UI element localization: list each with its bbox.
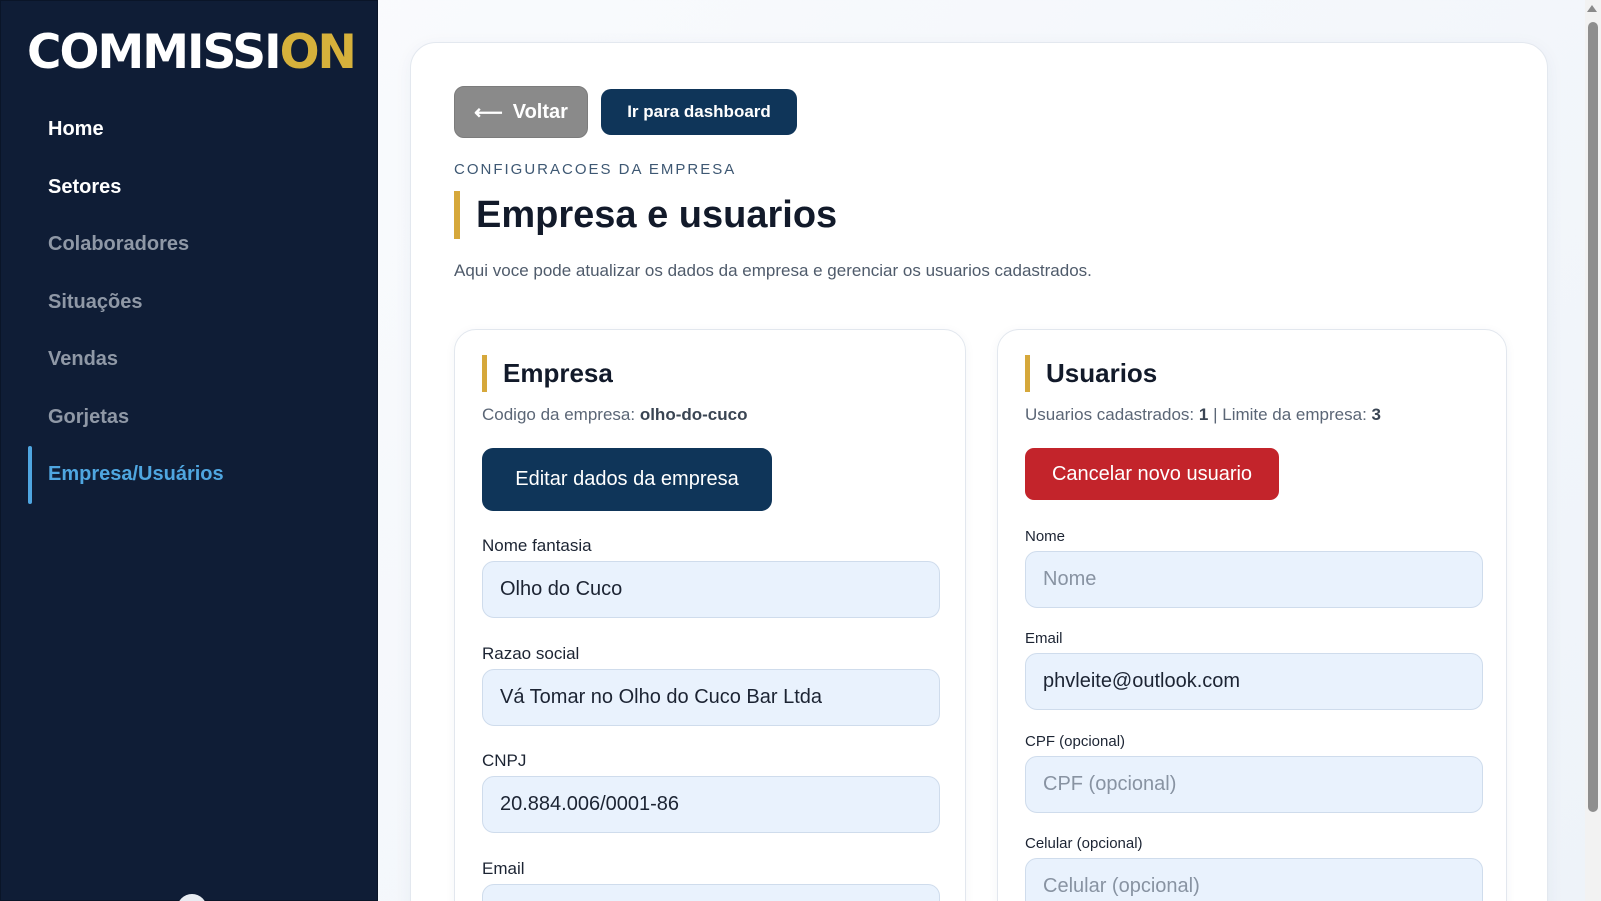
empresa-card: Empresa Codigo da empresa: olho-do-cuco … <box>454 329 966 901</box>
cancel-new-user-button[interactable]: Cancelar novo usuario <box>1025 448 1279 500</box>
user-cpf-label: CPF (opcional) <box>1025 733 1126 750</box>
user-name-field[interactable] <box>1025 551 1483 608</box>
users-count: Usuarios cadastrados: 1 | Limite da empr… <box>1025 405 1381 425</box>
arrow-left-icon: ⟵ <box>474 101 503 124</box>
usuarios-title: Usuarios <box>1025 355 1157 392</box>
sidebar-item-situacoes[interactable]: Situações <box>1 274 377 332</box>
users-count-label: Usuarios cadastrados: <box>1025 405 1195 424</box>
user-email-label: Email <box>1025 630 1063 647</box>
main-card: ⟵ Voltar Ir para dashboard CONFIGURACOES… <box>410 42 1548 901</box>
sidebar: COMMISSION Home Setores Colaboradores Si… <box>0 0 378 901</box>
company-code-label: Codigo da empresa: <box>482 405 636 424</box>
empresa-title: Empresa <box>482 355 613 392</box>
edit-company-button[interactable]: Editar dados da empresa <box>482 448 772 511</box>
razao-social-field[interactable] <box>482 669 940 726</box>
company-code-value: olho-do-cuco <box>639 405 748 424</box>
logo-main-text: COMMISSI <box>27 25 282 80</box>
users-separator: | <box>1213 405 1218 424</box>
logo-accent-text: ON <box>279 25 357 80</box>
page-title-wrap: Empresa e usuarios <box>454 191 837 239</box>
scroll-up-arrow-icon[interactable] <box>1587 5 1597 12</box>
usuarios-card: Usuarios Usuarios cadastrados: 1 | Limit… <box>997 329 1507 901</box>
razao-social-label: Razao social <box>482 644 580 663</box>
users-limit-value: 3 <box>1371 405 1382 424</box>
back-button-label: Voltar <box>512 100 568 123</box>
dashboard-button[interactable]: Ir para dashboard <box>601 89 797 135</box>
page-scrollbar[interactable] <box>1585 0 1601 901</box>
company-email-field[interactable] <box>482 884 940 901</box>
user-email-field[interactable] <box>1025 653 1483 710</box>
page-title: Empresa e usuarios <box>476 193 838 236</box>
sidebar-item-home[interactable]: Home <box>1 101 377 159</box>
nome-fantasia-label: Nome fantasia <box>482 536 592 555</box>
sidebar-item-colaboradores[interactable]: Colaboradores <box>1 216 377 274</box>
users-limit-label: Limite da empresa: <box>1222 405 1367 424</box>
sidebar-nav: Home Setores Colaboradores Situações Ven… <box>1 101 377 504</box>
sidebar-item-gorjetas[interactable]: Gorjetas <box>1 389 377 447</box>
section-eyebrow: CONFIGURACOES DA EMPRESA <box>454 161 737 178</box>
user-avatar[interactable] <box>177 894 207 901</box>
users-count-value: 1 <box>1198 405 1209 424</box>
cnpj-label: CNPJ <box>482 751 527 770</box>
sidebar-item-vendas[interactable]: Vendas <box>1 331 377 389</box>
cnpj-field[interactable] <box>482 776 940 833</box>
user-phone-field[interactable] <box>1025 858 1483 901</box>
back-button[interactable]: ⟵ Voltar <box>454 86 588 138</box>
company-email-label: Email <box>482 859 525 878</box>
nome-fantasia-field[interactable] <box>482 561 940 618</box>
user-name-label: Nome <box>1025 528 1066 545</box>
user-cpf-field[interactable] <box>1025 756 1483 813</box>
scrollbar-thumb[interactable] <box>1588 22 1598 812</box>
page-subtitle: Aqui voce pode atualizar os dados da emp… <box>454 261 1092 280</box>
company-code: Codigo da empresa: olho-do-cuco <box>482 405 747 425</box>
sidebar-item-setores[interactable]: Setores <box>1 159 377 217</box>
sidebar-item-empresa-usuarios[interactable]: Empresa/Usuários <box>1 446 377 504</box>
app-logo[interactable]: COMMISSION <box>27 25 357 80</box>
user-phone-label: Celular (opcional) <box>1025 835 1143 852</box>
